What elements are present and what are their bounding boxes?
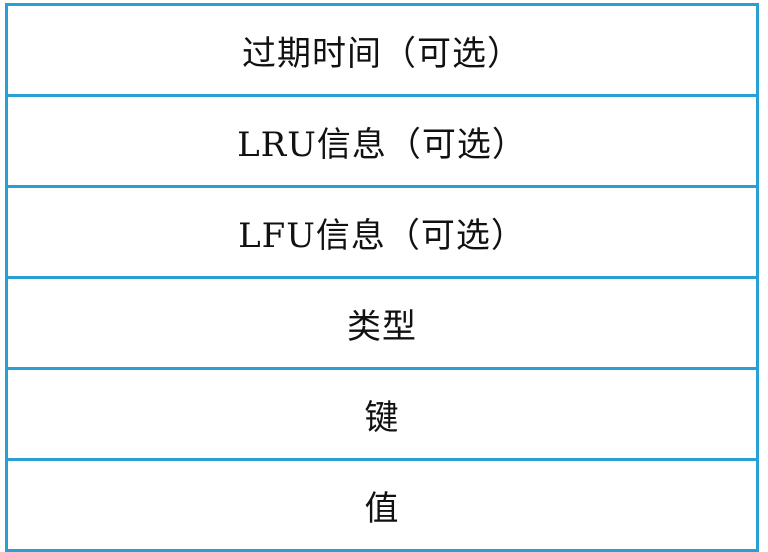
field-key: 键 [8,370,756,461]
field-lru-info: LRU信息（可选） [8,97,756,188]
field-type: 类型 [8,279,756,370]
field-expire-time: 过期时间（可选） [8,6,756,97]
field-value: 值 [364,488,400,529]
field-lfu-info: LFU信息（可选） [8,188,756,279]
structure-diagram: 过期时间（可选） LRU信息（可选） LFU信息（可选） 类型 键 值 [5,3,759,552]
